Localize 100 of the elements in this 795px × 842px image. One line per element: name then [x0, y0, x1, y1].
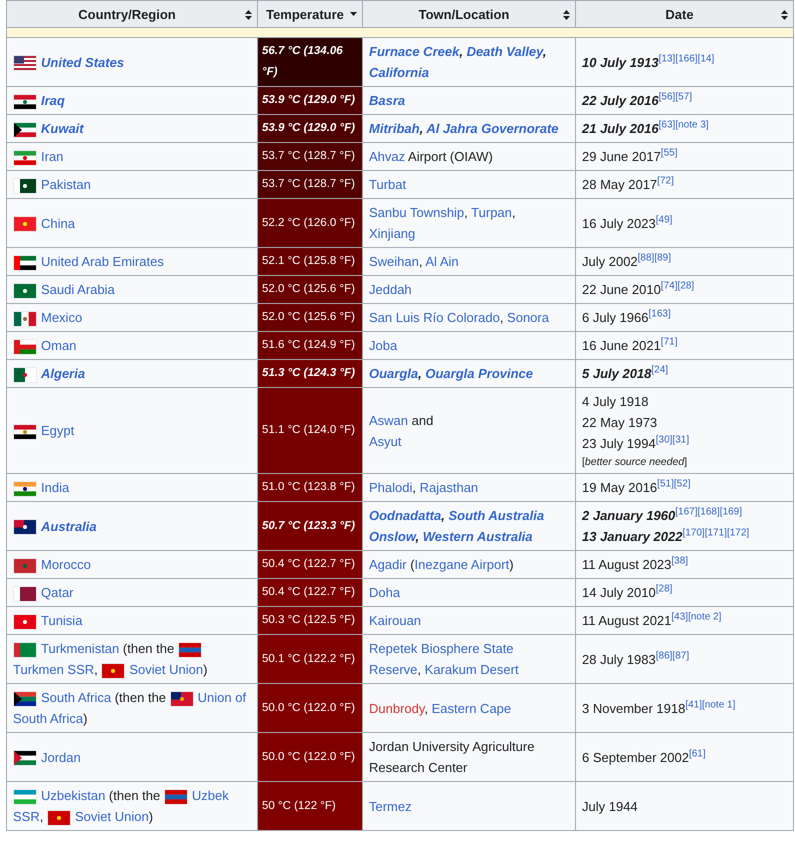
- citation-link[interactable]: [61]: [688, 748, 706, 760]
- location-link[interactable]: Sonora: [507, 310, 549, 325]
- citation-link[interactable]: [49]: [656, 214, 672, 226]
- location-link[interactable]: South Australia: [448, 508, 544, 523]
- citation-link[interactable]: [56]: [658, 92, 676, 103]
- citation-link[interactable]: [72]: [657, 176, 674, 187]
- country-link[interactable]: Mexico: [41, 310, 82, 325]
- location-link[interactable]: Doha: [369, 585, 400, 600]
- citation-link[interactable]: [170]: [682, 528, 705, 539]
- citation-link[interactable]: [172]: [726, 528, 750, 539]
- citation-link[interactable]: [71]: [660, 336, 678, 348]
- sort-icon[interactable]: [245, 10, 252, 20]
- location-link[interactable]: Dunbrody: [369, 700, 424, 716]
- citation-link[interactable]: [24]: [651, 364, 668, 376]
- location-link[interactable]: Basra: [369, 93, 406, 108]
- country-link[interactable]: Oman: [41, 338, 76, 353]
- location-link[interactable]: Phalodi: [369, 480, 412, 495]
- country-link[interactable]: SSR: [13, 809, 40, 824]
- citation-link[interactable]: [55]: [660, 148, 678, 159]
- sort-icon[interactable]: [563, 10, 570, 20]
- location-link[interactable]: Karakum Desert: [424, 662, 519, 677]
- country-link[interactable]: Uzbek: [192, 788, 229, 803]
- citation-link[interactable]: [31]: [672, 434, 690, 446]
- citation-link[interactable]: [171]: [704, 528, 727, 539]
- country-link[interactable]: Australia: [41, 518, 97, 534]
- citation-link[interactable]: [38]: [671, 556, 688, 567]
- location-link[interactable]: Agadir: [369, 557, 407, 572]
- location-link[interactable]: Oodnadatta: [369, 508, 442, 523]
- citation-link[interactable]: [74]: [660, 280, 678, 292]
- location-link[interactable]: Ouargla: [369, 366, 418, 381]
- country-link[interactable]: Saudi Arabia: [41, 282, 115, 297]
- location-link[interactable]: Furnace Creek: [369, 44, 460, 59]
- citation-link[interactable]: [89]: [654, 252, 672, 264]
- location-link[interactable]: Xinjiang: [369, 226, 416, 241]
- location-link[interactable]: Mitribah: [369, 121, 420, 136]
- citation-link[interactable]: [note 2]: [688, 612, 722, 623]
- citation-link[interactable]: [30]: [656, 434, 672, 446]
- country-link[interactable]: Soviet Union: [74, 809, 149, 824]
- citation-link[interactable]: [52]: [674, 478, 691, 490]
- location-link[interactable]: Onslow: [369, 529, 416, 544]
- location-link[interactable]: San Luis Río Colorado: [369, 310, 500, 325]
- citation-link[interactable]: [57]: [675, 92, 692, 103]
- location-link[interactable]: Ahvaz: [369, 149, 406, 164]
- citation-link[interactable]: [13]: [658, 53, 676, 64]
- country-link[interactable]: South Africa: [13, 711, 84, 726]
- citation-link[interactable]: [63]: [658, 120, 676, 131]
- location-link[interactable]: Sanbu Township: [369, 205, 464, 220]
- column-header[interactable]: Date: [665, 6, 694, 22]
- sort-descending-icon[interactable]: [350, 12, 357, 16]
- country-link[interactable]: Uzbekistan: [41, 788, 106, 803]
- location-link[interactable]: California: [369, 65, 429, 80]
- citation-link[interactable]: [28]: [656, 584, 672, 595]
- citation-link[interactable]: [169]: [720, 506, 742, 518]
- country-link[interactable]: Algeria: [41, 366, 86, 381]
- location-link[interactable]: Aswan: [369, 412, 408, 428]
- country-link[interactable]: Union of: [198, 690, 246, 705]
- country-link[interactable]: Turkmenistan: [41, 641, 120, 656]
- country-link[interactable]: Tunisia: [41, 613, 82, 628]
- citation-link[interactable]: [88]: [638, 252, 654, 264]
- country-link[interactable]: Qatar: [41, 585, 74, 600]
- citation-link[interactable]: [166]: [675, 53, 698, 64]
- location-link[interactable]: Death Valley: [466, 44, 543, 59]
- location-link[interactable]: Sweihan: [369, 254, 419, 269]
- country-link[interactable]: South Africa: [41, 690, 112, 705]
- location-link[interactable]: Turpan: [471, 205, 512, 220]
- citation-link[interactable]: [note 1]: [702, 699, 736, 710]
- location-link[interactable]: Repetek Biosphere State: [369, 641, 514, 656]
- location-link[interactable]: Joba: [369, 338, 398, 353]
- location-link[interactable]: Kairouan: [369, 613, 422, 628]
- location-link[interactable]: Al Ain: [425, 254, 459, 269]
- citation-link[interactable]: [51]: [657, 478, 674, 490]
- location-link[interactable]: Eastern Cape: [432, 700, 512, 716]
- country-link[interactable]: Kuwait: [41, 121, 84, 136]
- country-link[interactable]: China: [41, 216, 75, 230]
- country-link[interactable]: Egypt: [41, 423, 74, 438]
- country-link[interactable]: Turkmen SSR: [13, 662, 94, 677]
- location-link[interactable]: Turbat: [369, 177, 406, 192]
- citation-link[interactable]: [41]: [685, 699, 702, 710]
- country-link[interactable]: Soviet Union: [129, 662, 204, 677]
- citation-link[interactable]: [28]: [677, 280, 694, 292]
- country-link[interactable]: Pakistan: [41, 177, 91, 192]
- location-link[interactable]: Inezgane Airport: [414, 557, 510, 572]
- citation-link[interactable]: [163]: [648, 308, 671, 320]
- citation-link[interactable]: [167]: [675, 506, 698, 518]
- country-link[interactable]: Iraq: [41, 93, 65, 108]
- citation-link[interactable]: [168]: [697, 506, 720, 518]
- sort-icon[interactable]: [781, 10, 788, 20]
- location-link[interactable]: Ouargla Province: [425, 366, 534, 381]
- citation-link[interactable]: [86]: [656, 650, 672, 662]
- country-link[interactable]: Iran: [41, 149, 64, 164]
- location-link[interactable]: Rajasthan: [420, 480, 478, 495]
- country-link[interactable]: Morocco: [41, 557, 91, 572]
- citation-link[interactable]: [14]: [698, 53, 714, 64]
- location-link[interactable]: Reserve: [369, 662, 418, 677]
- country-link[interactable]: India: [41, 480, 70, 495]
- country-link[interactable]: Jordan: [41, 750, 81, 764]
- location-link[interactable]: Jeddah: [369, 282, 412, 297]
- location-link[interactable]: Termez: [369, 798, 412, 814]
- location-link[interactable]: Asyut: [369, 434, 402, 448]
- country-link[interactable]: United States: [41, 54, 124, 70]
